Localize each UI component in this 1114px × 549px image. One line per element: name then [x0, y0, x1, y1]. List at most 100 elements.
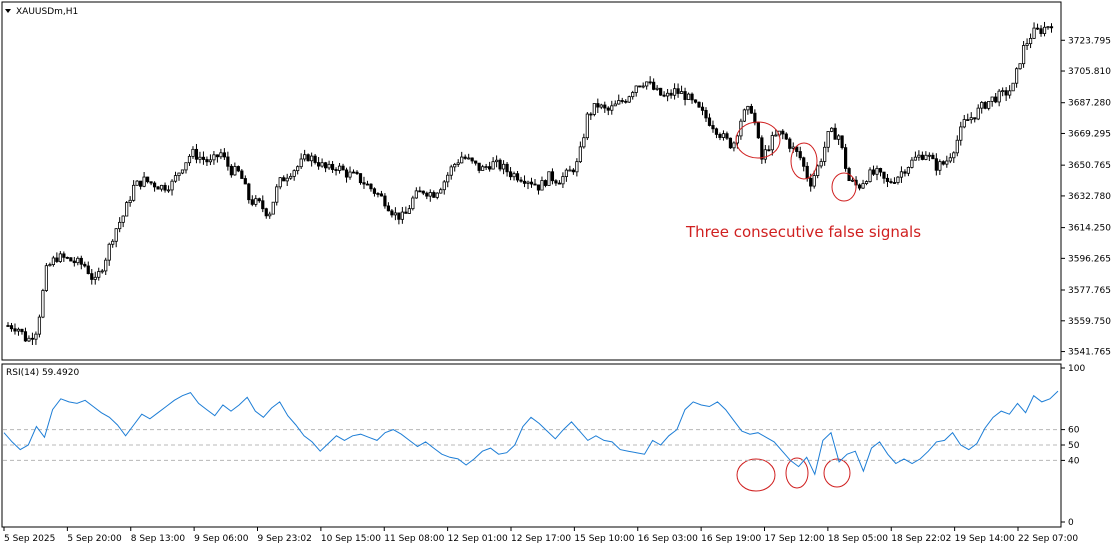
candle-body: [770, 135, 774, 151]
candle-body: [805, 165, 809, 179]
candle-body: [589, 113, 593, 116]
time-axis: 5 Sep 2025 5 Sep 20:00 8 Sep 13:00 9 Sep 06…: [3, 527, 1078, 544]
candle-body: [44, 265, 48, 291]
candle-body: [896, 176, 900, 183]
candle-body: [707, 117, 712, 126]
candle-body: [484, 166, 488, 168]
candle-body: [37, 316, 42, 335]
candle-body: [844, 147, 848, 169]
annotation-text: Three consecutive false signals: [685, 223, 921, 241]
candle-body: [809, 178, 813, 187]
candle-body: [913, 156, 918, 161]
rsi-tick-label: 40: [1068, 456, 1080, 466]
candle-body: [187, 155, 192, 164]
candle-body: [48, 264, 52, 267]
candle-body: [421, 190, 425, 194]
candle-body: [638, 85, 642, 88]
candle-body: [219, 152, 223, 158]
candle-body: [508, 171, 513, 178]
time-tick-label: 18 Sep 05:00: [828, 534, 888, 544]
candle-body: [330, 163, 335, 170]
candle-body: [655, 87, 659, 90]
candle-body: [299, 158, 303, 168]
candle-body: [27, 337, 31, 342]
candle-body: [149, 181, 153, 184]
candle-body: [1008, 90, 1012, 96]
candle-body: [177, 172, 181, 176]
candle-body: [603, 104, 607, 109]
candle-body: [641, 85, 645, 88]
candle-body: [749, 105, 753, 114]
rsi-tick-label: 0: [1068, 518, 1074, 528]
candle-body: [467, 157, 471, 160]
candle-body: [788, 138, 792, 149]
candle-body: [411, 197, 415, 210]
candle-body: [240, 170, 244, 179]
chart-workspace: XAUUSDm,H1 3723.795 3705.810 3687.280 3669.…: [1, 1, 1111, 544]
candle-body: [250, 199, 254, 205]
time-tick-label: 5 Sep 20:00: [67, 534, 122, 544]
candle-body: [515, 173, 520, 181]
candle-body: [533, 183, 537, 186]
candle-body: [351, 171, 356, 174]
time-tick-label: 9 Sep 23:02: [258, 534, 312, 544]
candle-body: [966, 119, 970, 121]
candle-body: [997, 90, 1001, 103]
candle-body: [693, 99, 698, 103]
candle-body: [983, 102, 987, 109]
candle-body: [662, 94, 666, 97]
candle-body: [470, 157, 474, 162]
candle-body: [97, 271, 101, 278]
candle-body: [303, 154, 307, 160]
candle-body: [9, 325, 14, 330]
candle-body: [725, 133, 729, 139]
time-tick-label: 12 Sep 01:00: [448, 534, 508, 544]
rsi-tick-label: 60: [1068, 426, 1080, 436]
candle-body: [184, 162, 188, 171]
candle-body: [840, 135, 844, 149]
candle-body: [868, 169, 872, 182]
candle-body: [962, 119, 966, 128]
candle-body: [393, 212, 397, 216]
candle-body: [1001, 90, 1005, 93]
candle-body: [348, 171, 352, 178]
candle-body: [676, 88, 680, 94]
candle-body: [55, 257, 59, 262]
candle-body: [652, 81, 656, 90]
candle-body: [952, 152, 956, 159]
time-tick-label: 11 Sep 08:00: [384, 534, 444, 544]
candle-body: [529, 181, 534, 185]
candle-body: [456, 162, 460, 165]
time-tick-label: 17 Sep 12:00: [765, 534, 825, 544]
candle-body: [306, 154, 310, 162]
candle-body: [948, 157, 952, 162]
candle-body: [620, 100, 624, 102]
candle-body: [128, 199, 132, 203]
candle-body: [16, 328, 21, 332]
candle-body: [1011, 82, 1015, 92]
candle-body: [833, 127, 837, 140]
candle-body: [428, 192, 432, 197]
candle-body: [714, 128, 719, 135]
candle-body: [994, 96, 998, 103]
candle-body: [812, 175, 816, 187]
candle-body: [596, 103, 600, 108]
candle-body: [233, 166, 237, 176]
candle-body: [275, 186, 279, 203]
candle-body: [568, 169, 572, 172]
candle-body: [180, 169, 185, 174]
time-tick-label: 22 Sep 07:00: [1018, 534, 1078, 544]
candle-body: [920, 154, 924, 160]
candle-body: [634, 85, 638, 93]
candle-body: [819, 161, 823, 167]
candle-body: [114, 228, 118, 242]
candle-body: [125, 202, 129, 217]
candle-body: [198, 156, 202, 160]
candle-body: [292, 170, 296, 177]
candle-body: [624, 100, 628, 103]
candle-body: [320, 162, 324, 167]
candle-body: [784, 133, 788, 140]
candle-body: [742, 109, 746, 122]
candle-body: [418, 190, 422, 193]
candle-body: [781, 130, 785, 135]
